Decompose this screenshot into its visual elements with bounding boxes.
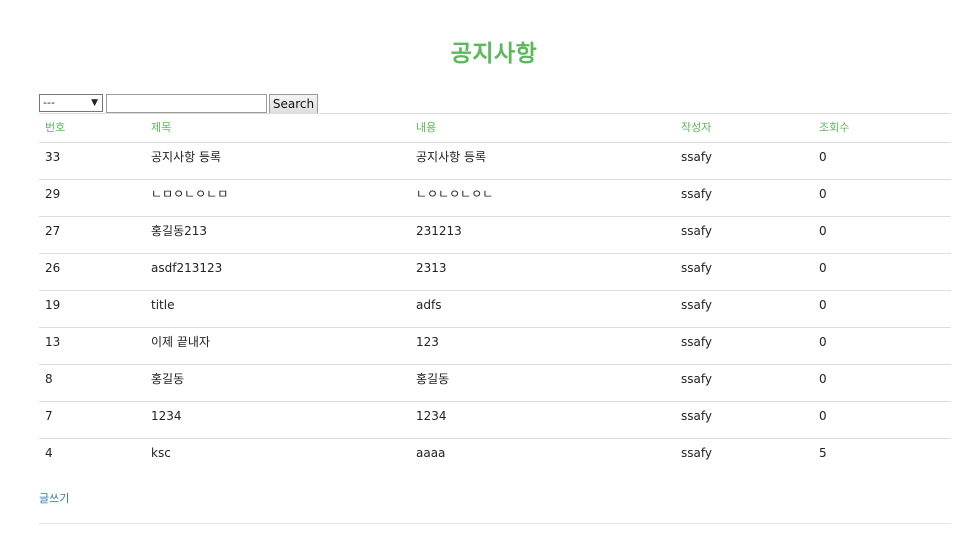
divider — [39, 523, 951, 524]
cell-number: 27 — [45, 224, 61, 238]
cell-number: 4 — [45, 446, 53, 460]
cell-content: ㄴㅇㄴㅇㄴㅇㄴ — [416, 187, 494, 201]
table-row[interactable]: 29 ㄴㅁㅇㄴㅇㄴㅁ ㄴㅇㄴㅇㄴㅇㄴ ssafy 0 — [39, 179, 951, 216]
cell-author: ssafy — [681, 224, 712, 238]
cell-views: 0 — [819, 372, 827, 386]
page-title: 공지사항 — [450, 41, 538, 67]
cell-author: ssafy — [681, 261, 712, 275]
cell-content: 231213 — [416, 224, 462, 238]
cell-author: ssafy — [681, 187, 712, 201]
cell-views: 5 — [819, 446, 827, 460]
header-title: 제목 — [151, 121, 172, 134]
cell-author: ssafy — [681, 409, 712, 423]
cell-content: adfs — [416, 298, 442, 312]
header-number: 번호 — [45, 121, 66, 134]
table-row[interactable]: 8 홍길동 홍길동 ssafy 0 — [39, 364, 951, 401]
header-views: 조회수 — [819, 121, 850, 134]
cell-content: aaaa — [416, 446, 446, 460]
header-author: 작성자 — [681, 121, 712, 134]
table-row[interactable]: 26 asdf213123 2313 ssafy 0 — [39, 253, 951, 290]
cell-views: 0 — [819, 187, 827, 201]
cell-author: ssafy — [681, 446, 712, 460]
cell-number: 8 — [45, 372, 53, 386]
cell-number: 7 — [45, 409, 53, 423]
cell-title[interactable]: 공지사항 등록 — [151, 143, 221, 171]
cell-number: 29 — [45, 187, 61, 201]
cell-number: 33 — [45, 150, 61, 164]
cell-title[interactable]: ksc — [151, 439, 171, 467]
table-row[interactable]: 27 홍길동213 231213 ssafy 0 — [39, 216, 951, 253]
cell-views: 0 — [819, 261, 827, 275]
cell-author: ssafy — [681, 335, 712, 349]
table-row[interactable]: 4 ksc aaaa ssafy 5 — [39, 438, 951, 475]
write-post-link[interactable]: 글쓰기 — [39, 490, 69, 506]
cell-views: 0 — [819, 335, 827, 349]
cell-title[interactable]: 홍길동213 — [151, 217, 207, 245]
cell-title[interactable]: 홍길동 — [151, 365, 184, 393]
cell-title[interactable]: 1234 — [151, 402, 182, 430]
cell-content: 2313 — [416, 261, 447, 275]
search-type-selected-value: --- — [43, 96, 55, 109]
header-content: 내용 — [416, 121, 437, 134]
search-input[interactable] — [106, 94, 267, 113]
table-row[interactable]: 7 1234 1234 ssafy 0 — [39, 401, 951, 438]
cell-content: 1234 — [416, 409, 447, 423]
cell-title[interactable]: title — [151, 291, 174, 319]
search-type-select[interactable]: --- ▼ — [39, 94, 103, 112]
cell-views: 0 — [819, 150, 827, 164]
cell-author: ssafy — [681, 298, 712, 312]
cell-title[interactable]: 이제 끝내자 — [151, 328, 210, 356]
notice-table: 번호 제목 내용 작성자 조회수 33 공지사항 등록 공지사항 등록 ssafy 0 2… — [39, 113, 951, 475]
triangle-down-icon: ▼ — [91, 98, 98, 108]
cell-views: 0 — [819, 224, 827, 238]
cell-content: 123 — [416, 335, 439, 349]
cell-number: 13 — [45, 335, 61, 349]
cell-author: ssafy — [681, 372, 712, 386]
table-row[interactable]: 33 공지사항 등록 공지사항 등록 ssafy 0 — [39, 142, 951, 179]
cell-views: 0 — [819, 298, 827, 312]
cell-views: 0 — [819, 409, 827, 423]
cell-title[interactable]: ㄴㅁㅇㄴㅇㄴㅁ — [151, 180, 228, 208]
table-header-row: 번호 제목 내용 작성자 조회수 — [39, 113, 951, 142]
table-row[interactable]: 13 이제 끝내자 123 ssafy 0 — [39, 327, 951, 364]
cell-number: 26 — [45, 261, 61, 275]
table-row[interactable]: 19 title adfs ssafy 0 — [39, 290, 951, 327]
cell-title[interactable]: asdf213123 — [151, 254, 222, 282]
cell-author: ssafy — [681, 150, 712, 164]
cell-content: 공지사항 등록 — [416, 150, 487, 164]
cell-content: 홍길동 — [416, 372, 450, 386]
cell-number: 19 — [45, 298, 61, 312]
search-button[interactable]: Search — [269, 94, 318, 114]
